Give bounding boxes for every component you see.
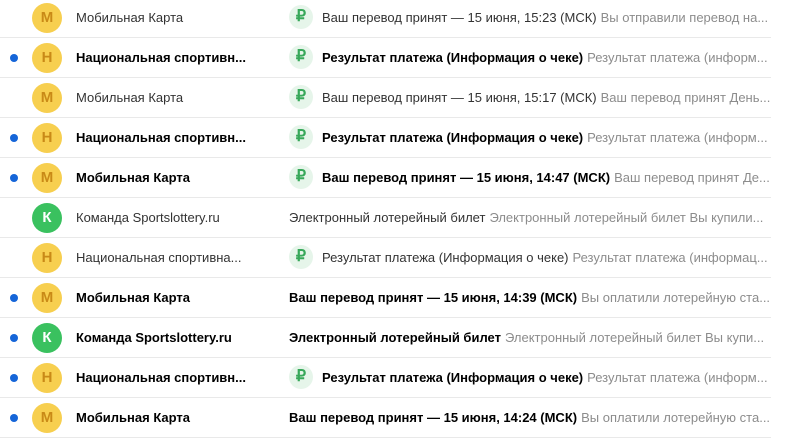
sender-avatar: М [32, 82, 62, 113]
ruble-payment-icon: ₽ [289, 5, 313, 30]
sender-name: Команда Sportslottery.ru [76, 330, 232, 345]
email-subject: Ваш перевод принят — 15 июня, 14:47 (МСК… [322, 170, 611, 185]
email-content: Электронный лотерейный билет Электронный … [289, 318, 771, 358]
sender-name: Мобильная Карта [76, 90, 184, 105]
email-snippet: Результат платежа (информ... [587, 50, 768, 65]
sender-avatar: Н [32, 362, 62, 393]
email-subject: Ваш перевод принят — 15 июня, 14:39 (МСК… [289, 290, 578, 305]
email-snippet: Ваш перевод принят Де... [614, 170, 770, 185]
email-content: ₽ Результат платежа (Информация о чеке) Ре… [289, 358, 771, 398]
sender-avatar: Н [32, 42, 62, 73]
email-snippet: Ваш перевод принят День... [600, 90, 771, 105]
sender-avatar: Н [32, 122, 62, 153]
sender-avatar: К [32, 322, 62, 353]
email-subject: Ваш перевод принят — 15 июня, 14:24 (МСК… [289, 410, 578, 425]
email-row[interactable]: М Мобильная Карта Ваш перевод принят — 15 … [0, 398, 771, 438]
email-content: ₽ Ваш перевод принят — 15 июня, 15:23 (МС… [289, 0, 771, 38]
unread-indicator[interactable] [10, 53, 18, 62]
unread-indicator[interactable] [10, 373, 18, 382]
email-content: Ваш перевод принят — 15 июня, 14:24 (МСК… [289, 398, 771, 438]
email-row[interactable]: К Команда Sportslottery.ru Электронный лот… [0, 198, 771, 238]
email-row[interactable]: К Команда Sportslottery.ru Электронный лот… [0, 318, 771, 358]
email-row[interactable]: Н Национальная спортивн... ₽ Результат плат… [0, 358, 771, 398]
ruble-payment-icon: ₽ [289, 245, 313, 270]
unread-indicator[interactable] [10, 413, 18, 422]
email-content: ₽ Ваш перевод принят — 15 июня, 14:47 (МС… [289, 158, 771, 198]
ruble-payment-icon: ₽ [289, 125, 313, 150]
ruble-payment-icon: ₽ [289, 365, 313, 390]
email-snippet: Электронный лотерейный билет Вы купи... [504, 330, 765, 345]
ruble-payment-icon: ₽ [289, 165, 313, 190]
sender-name: Национальная спортивн... [76, 130, 246, 145]
email-subject: Ваш перевод принят — 15 июня, 15:17 (МСК… [322, 90, 597, 105]
email-content: ₽ Результат платежа (Информация о чеке) Ре… [289, 118, 771, 158]
unread-indicator[interactable] [10, 173, 18, 182]
email-content: ₽ Результат платежа (Информация о чеке) Ре… [289, 238, 771, 278]
email-row[interactable]: Н Национальная спортивн... ₽ Результат плат… [0, 118, 771, 158]
email-row[interactable]: Н Национальная спортивна... ₽ Результат пла… [0, 238, 771, 278]
email-row[interactable]: М Мобильная Карта ₽ Ваш перевод принят — 15… [0, 158, 771, 198]
sender-avatar: Н [32, 242, 62, 273]
sender-avatar: М [32, 2, 62, 33]
unread-indicator[interactable] [10, 133, 18, 142]
ruble-payment-icon: ₽ [289, 45, 313, 70]
email-snippet: Вы отправили перевод на... [600, 10, 769, 25]
email-snippet: Результат платежа (информ... [587, 370, 768, 385]
sender-name: Команда Sportslottery.ru [76, 210, 220, 225]
email-subject: Электронный лотерейный билет [289, 210, 486, 225]
sender-name: Мобильная Карта [76, 290, 191, 305]
email-content: Ваш перевод принят — 15 июня, 14:39 (МСК… [289, 278, 771, 318]
email-snippet: Вы оплатили лотерейную ста... [581, 410, 771, 425]
sender-name: Мобильная Карта [76, 170, 191, 185]
email-snippet: Вы оплатили лотерейную ста... [581, 290, 771, 305]
email-snippet: Результат платежа (информ... [587, 130, 768, 145]
email-subject: Результат платежа (Информация о чеке) [322, 50, 584, 65]
sender-avatar: К [32, 202, 62, 233]
email-row[interactable]: М Мобильная Карта ₽ Ваш перевод принят — 15… [0, 0, 771, 38]
sender-name: Национальная спортивна... [76, 250, 242, 265]
email-content: ₽ Результат платежа (Информация о чеке) Ре… [289, 38, 771, 78]
email-subject: Результат платежа (Информация о чеке) [322, 130, 584, 145]
sender-name: Мобильная Карта [76, 410, 191, 425]
sender-avatar: М [32, 402, 62, 433]
email-subject: Результат платежа (Информация о чеке) [322, 370, 584, 385]
sender-name: Мобильная Карта [76, 10, 184, 25]
email-subject: Результат платежа (Информация о чеке) [322, 250, 569, 265]
sender-name: Национальная спортивн... [76, 370, 246, 385]
email-row[interactable]: М Мобильная Карта Ваш перевод принят — 15 … [0, 278, 771, 318]
email-content: Электронный лотерейный билет Электронный … [289, 198, 771, 238]
email-snippet: Результат платежа (информац... [572, 250, 768, 265]
sender-avatar: М [32, 282, 62, 313]
email-subject: Электронный лотерейный билет [289, 330, 501, 345]
email-list: М Мобильная Карта ₽ Ваш перевод принят — 15… [0, 0, 799, 438]
email-row[interactable]: Н Национальная спортивн... ₽ Результат плат… [0, 38, 771, 78]
email-subject: Ваш перевод принят — 15 июня, 15:23 (МСК… [322, 10, 597, 25]
sender-avatar: М [32, 162, 62, 193]
unread-indicator[interactable] [10, 333, 18, 342]
email-row[interactable]: М Мобильная Карта ₽ Ваш перевод принят — 15… [0, 78, 771, 118]
unread-indicator[interactable] [10, 293, 18, 302]
sender-name: Национальная спортивн... [76, 50, 246, 65]
ruble-payment-icon: ₽ [289, 85, 313, 110]
email-snippet: Электронный лотерейный билет Вы купили..… [489, 210, 764, 225]
email-content: ₽ Ваш перевод принят — 15 июня, 15:17 (МС… [289, 78, 771, 118]
